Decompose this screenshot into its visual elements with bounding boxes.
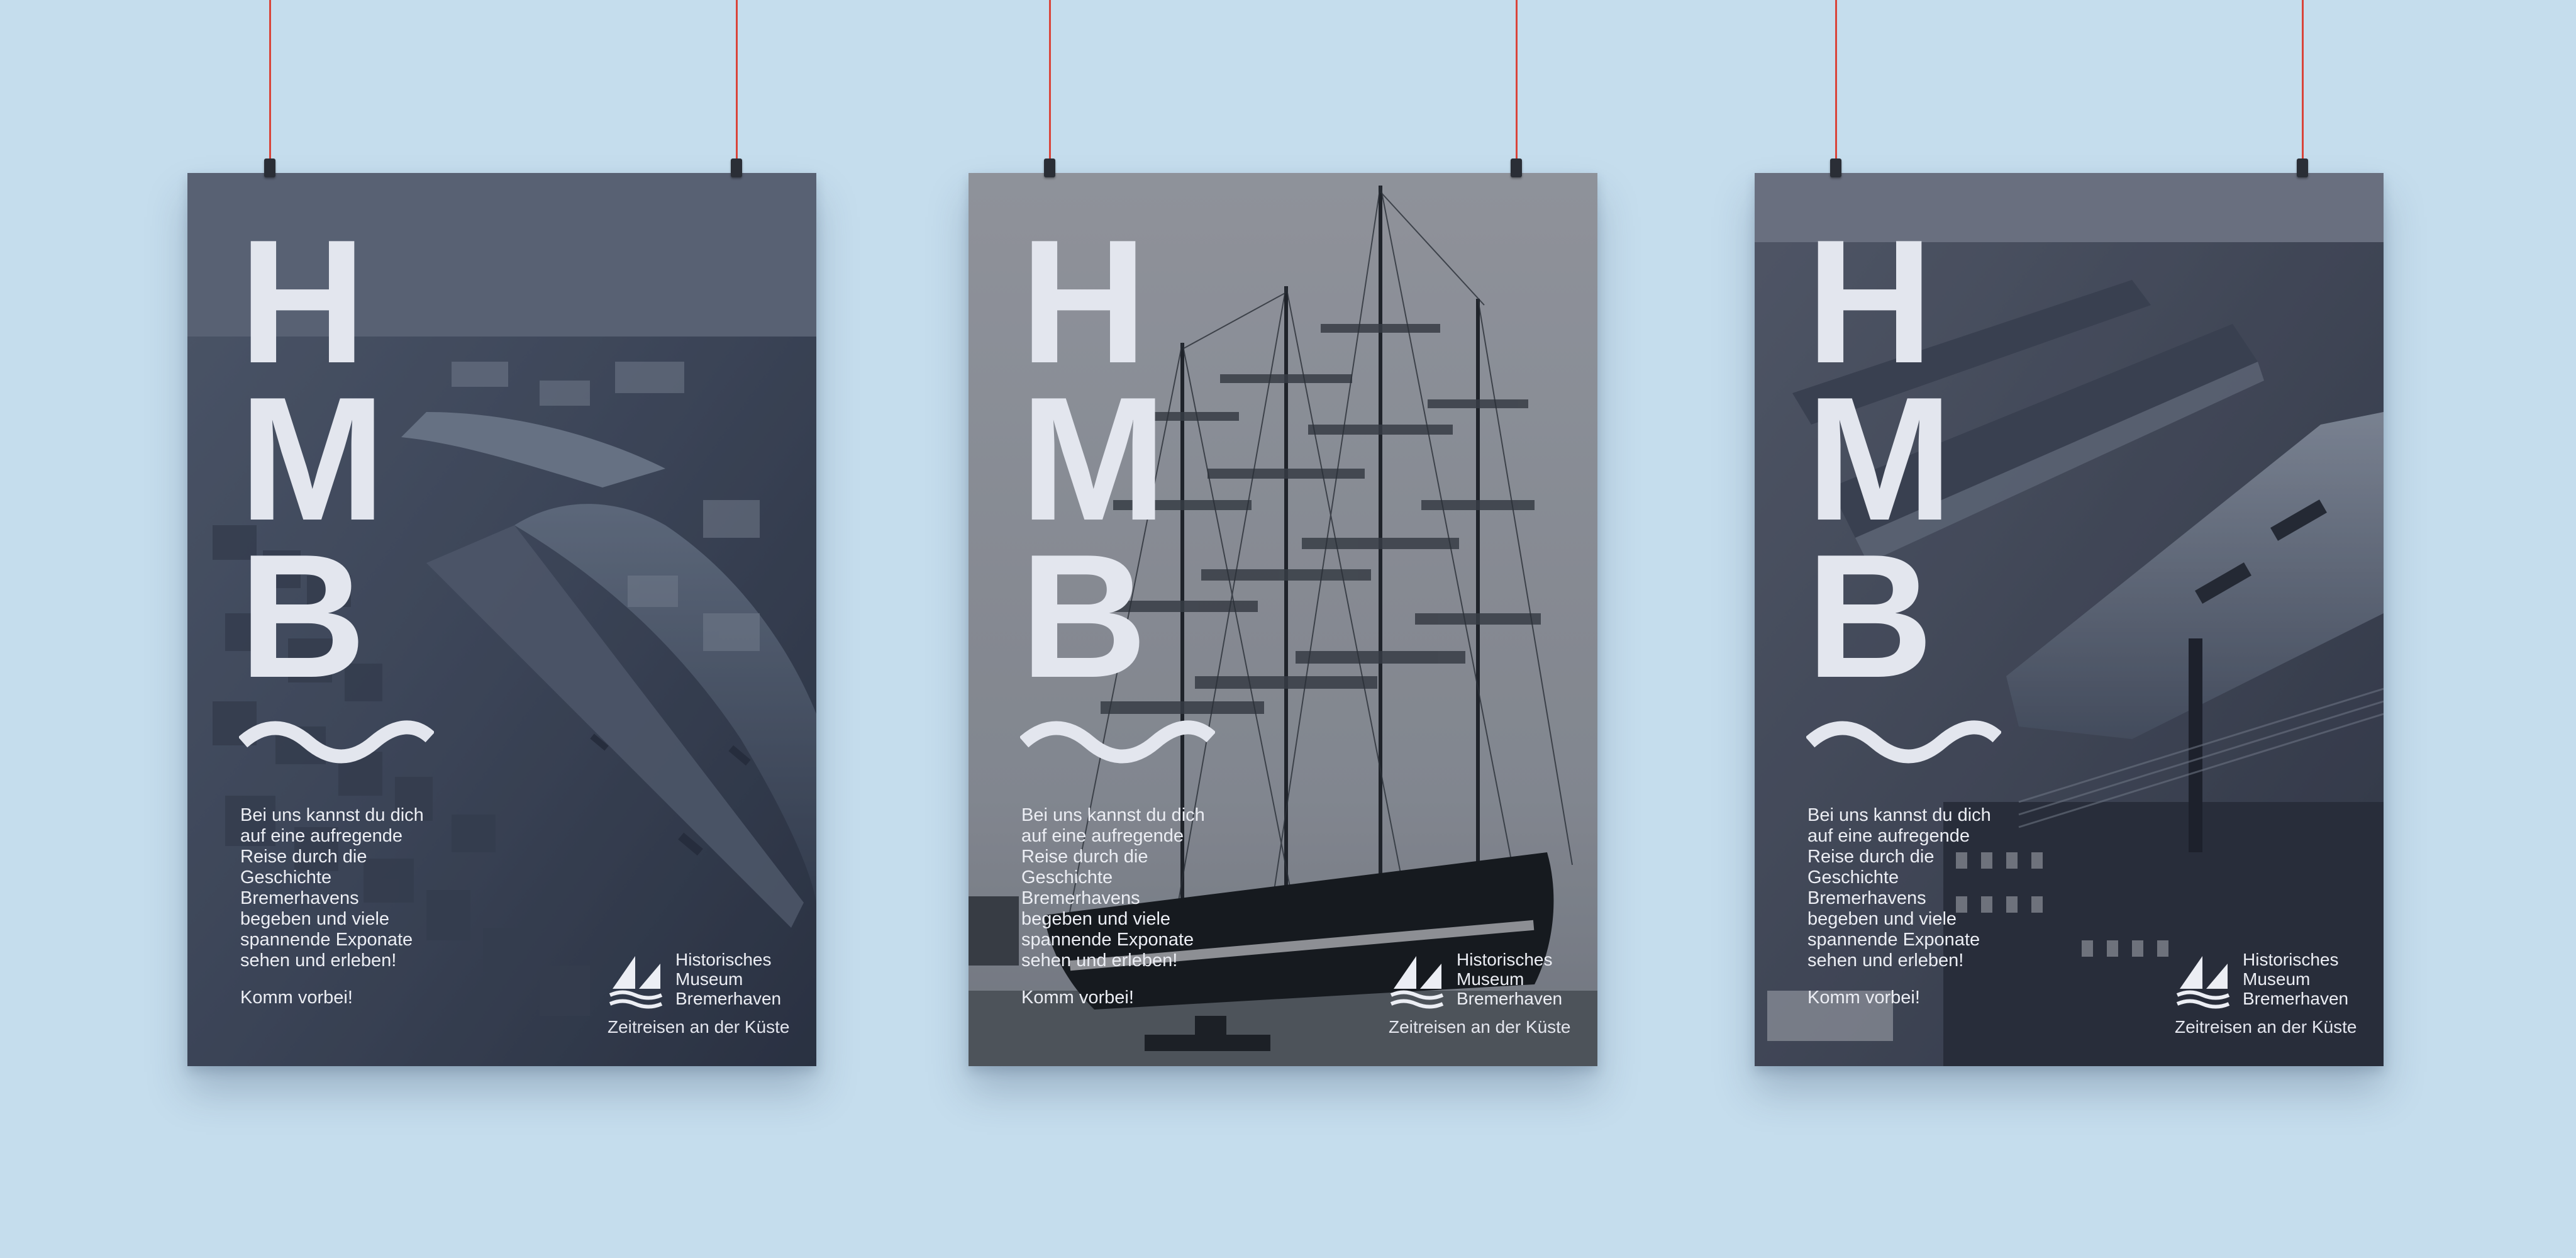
hmb-wordmark: H M B [239, 204, 387, 715]
hmb-letter: M [1020, 361, 1169, 557]
sailboat-icon [2176, 956, 2230, 1009]
binder-clip [264, 159, 275, 177]
museum-name: Historisches Museum Bremerhaven [675, 950, 781, 1008]
body-line: Geschichte [1021, 867, 1113, 888]
body-line: Bremerhavens [1807, 888, 1926, 908]
body-line: sehen und erleben! [240, 950, 397, 971]
body-line: auf eine aufregende [1021, 826, 1184, 846]
body-line: spannende Exponate [1021, 930, 1194, 950]
body-line: Bei uns kannst du dich [240, 805, 424, 825]
museum-name-line: Museum [1457, 969, 1524, 989]
hanging-cord [1516, 0, 1518, 164]
binder-clip [731, 159, 742, 177]
body-line: begeben und viele [1021, 909, 1171, 929]
body-line: Reise durch die [240, 847, 367, 867]
binder-clip [1830, 159, 1841, 177]
museum-name-line: Bremerhaven [1457, 989, 1563, 1008]
poster-body-text: Bei uns kannst du dich auf eine aufregen… [1021, 805, 1229, 971]
poster-cta: Komm vorbei! [240, 988, 353, 1008]
poster-2: H M B Bei uns kannst du dich auf eine au… [969, 173, 1597, 1066]
hmb-letter: M [1806, 361, 1955, 557]
wave-icon [1020, 720, 1215, 764]
museum-name-line: Historisches [675, 950, 772, 969]
body-line: Bremerhavens [1021, 888, 1140, 908]
hmb-wordmark: H M B [1806, 204, 1955, 715]
hanging-cord [1049, 0, 1051, 164]
wave-icon [1806, 720, 2001, 764]
body-line: Reise durch die [1021, 847, 1148, 867]
museum-name-line: Historisches [2243, 950, 2339, 969]
poster-3: H M B Bei uns kannst du dich auf eine au… [1755, 173, 2384, 1066]
poster-1: H M B Bei uns kannst du dich auf eine au… [187, 173, 816, 1066]
museum-name-line: Bremerhaven [675, 989, 782, 1008]
body-line: begeben und viele [1807, 909, 1957, 929]
hmb-letter: M [239, 361, 387, 557]
wave-icon [239, 720, 434, 764]
poster-cta: Komm vorbei! [1021, 988, 1134, 1008]
museum-name-line: Historisches [1457, 950, 1553, 969]
body-line: Geschichte [240, 867, 332, 888]
tagline: Zeitreisen an der Küste [2175, 1017, 2357, 1037]
hmb-letter: H [1020, 204, 1149, 400]
body-line: spannende Exponate [1807, 930, 1980, 950]
sailboat-icon [609, 956, 663, 1009]
binder-clip [1044, 159, 1055, 177]
body-line: spannende Exponate [240, 930, 413, 950]
hanging-cord [2302, 0, 2304, 164]
hanging-cord [269, 0, 271, 164]
tagline: Zeitreisen an der Küste [608, 1017, 790, 1037]
hmb-letter: B [239, 518, 368, 715]
poster-mockup-scene: H M B Bei uns kannst du dich auf eine au… [0, 0, 2576, 1258]
hmb-letter: B [1806, 518, 1935, 715]
hmb-letter: B [1020, 518, 1149, 715]
hmb-letter: H [1806, 204, 1935, 400]
hmb-wordmark: H M B [1020, 204, 1169, 715]
museum-name-line: Museum [2243, 969, 2311, 989]
body-line: sehen und erleben! [1807, 950, 1964, 971]
museum-name-line: Bremerhaven [2243, 989, 2349, 1008]
body-line: auf eine aufregende [240, 826, 402, 846]
hmb-letter: H [239, 204, 368, 400]
hanging-cord [736, 0, 738, 164]
museum-name: Historisches Museum Bremerhaven [1457, 950, 1562, 1008]
tagline: Zeitreisen an der Küste [1389, 1017, 1571, 1037]
hanging-cord [1835, 0, 1837, 164]
poster-body-text: Bei uns kannst du dich auf eine aufregen… [240, 805, 448, 971]
body-line: Bei uns kannst du dich [1807, 805, 1991, 825]
museum-name-line: Museum [675, 969, 743, 989]
body-line: begeben und viele [240, 909, 390, 929]
binder-clip [1511, 159, 1522, 177]
binder-clip [2297, 159, 2308, 177]
body-line: auf eine aufregende [1807, 826, 1970, 846]
poster-cta: Komm vorbei! [1807, 988, 1920, 1008]
sailboat-icon [1390, 956, 1444, 1009]
body-line: Bei uns kannst du dich [1021, 805, 1205, 825]
poster-body-text: Bei uns kannst du dich auf eine aufregen… [1807, 805, 2015, 971]
body-line: Bremerhavens [240, 888, 359, 908]
body-line: Reise durch die [1807, 847, 1935, 867]
body-line: Geschichte [1807, 867, 1899, 888]
museum-name: Historisches Museum Bremerhaven [2243, 950, 2348, 1008]
body-line: sehen und erleben! [1021, 950, 1178, 971]
